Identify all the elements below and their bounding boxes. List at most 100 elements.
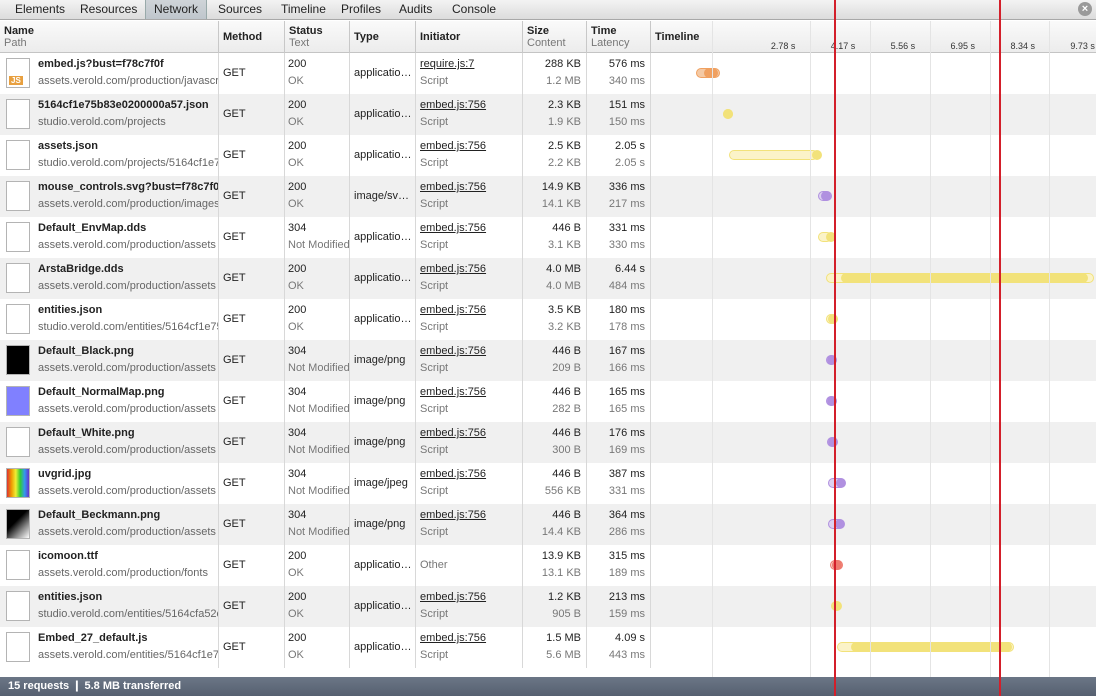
initiator-link[interactable]: embed.js:756 <box>420 99 486 111</box>
timeline-cell[interactable] <box>651 340 1096 381</box>
name-cell[interactable]: icomoon.ttf assets.verold.com/production/… <box>0 545 219 586</box>
column-header-status[interactable]: Status Text <box>285 21 350 53</box>
time-cell: 331 ms 330 ms <box>587 217 651 258</box>
name-cell[interactable]: Default_White.png assets.verold.com/produ… <box>0 422 219 463</box>
table-row[interactable]: entities.json studio.verold.com/entities/… <box>0 586 1096 627</box>
timeline-cell[interactable] <box>651 586 1096 627</box>
timeline-cell[interactable] <box>651 94 1096 135</box>
column-header-name[interactable]: Name Path <box>0 21 219 53</box>
timeline-cell[interactable] <box>651 463 1096 504</box>
type-cell: applicatio… <box>350 53 416 94</box>
request-path: assets.verold.com/production/assets <box>38 403 216 415</box>
initiator-link[interactable]: embed.js:756 <box>420 386 486 398</box>
request-latency: 166 ms <box>608 362 645 374</box>
initiator-link[interactable]: embed.js:756 <box>420 591 486 603</box>
tab-sources[interactable]: Sources <box>210 0 270 19</box>
timeline-cell[interactable] <box>651 504 1096 545</box>
name-cell[interactable]: entities.json studio.verold.com/entities/… <box>0 299 219 340</box>
column-header-initiator[interactable]: Initiator <box>416 21 523 53</box>
initiator-type: Script <box>420 526 449 538</box>
table-row[interactable]: 5164cf1e75b83e0200000a57.json studio.vero… <box>0 94 1096 135</box>
timeline-bar-download[interactable] <box>836 478 847 488</box>
table-row[interactable]: mouse_controls.svg?bust=f78c7f0f assets.v… <box>0 176 1096 217</box>
timeline-gridline <box>712 21 713 677</box>
column-header-time[interactable]: Time Latency <box>587 21 651 53</box>
timeline-cell[interactable] <box>651 53 1096 94</box>
initiator-link[interactable]: embed.js:756 <box>420 181 486 193</box>
timeline-tick-label: 5.56 s <box>890 41 916 51</box>
tab-resources[interactable]: Resources <box>72 0 145 19</box>
initiator-link[interactable]: embed.js:756 <box>420 345 486 357</box>
table-row[interactable]: ArstaBridge.dds assets.verold.com/product… <box>0 258 1096 299</box>
timeline-cell[interactable] <box>651 258 1096 299</box>
timeline-bar-download[interactable] <box>811 150 822 160</box>
timeline-bar-download[interactable] <box>723 109 734 119</box>
timeline-bar-latency[interactable] <box>729 150 818 160</box>
timeline-bar-download[interactable] <box>840 273 1088 283</box>
table-row[interactable]: JS embed.js?bust=f78c7f0f assets.verold.co… <box>0 53 1096 94</box>
status-cell: 200 OK <box>285 176 350 217</box>
name-cell[interactable]: ArstaBridge.dds assets.verold.com/product… <box>0 258 219 299</box>
name-cell[interactable]: Default_EnvMap.dds assets.verold.com/prod… <box>0 217 219 258</box>
initiator-link[interactable]: require.js:7 <box>420 58 474 70</box>
name-cell[interactable]: Embed_27_default.js assets.verold.com/ent… <box>0 627 219 668</box>
tab-network[interactable]: Network <box>145 0 208 19</box>
timeline-bar-download[interactable] <box>827 437 838 447</box>
name-cell[interactable]: mouse_controls.svg?bust=f78c7f0f assets.v… <box>0 176 219 217</box>
table-row[interactable]: Default_NormalMap.png assets.verold.com/p… <box>0 381 1096 422</box>
name-cell[interactable]: entities.json studio.verold.com/entities/… <box>0 586 219 627</box>
initiator-link[interactable]: embed.js:756 <box>420 632 486 644</box>
name-cell[interactable]: JS embed.js?bust=f78c7f0f assets.verold.co… <box>0 53 219 94</box>
initiator-link[interactable]: embed.js:756 <box>420 140 486 152</box>
initiator-link[interactable]: embed.js:756 <box>420 263 486 275</box>
status-cell: 200 OK <box>285 299 350 340</box>
timeline-cell[interactable] <box>651 422 1096 463</box>
name-cell[interactable]: Default_NormalMap.png assets.verold.com/p… <box>0 381 219 422</box>
initiator-link[interactable]: embed.js:756 <box>420 222 486 234</box>
method-cell: GET <box>219 545 285 586</box>
close-icon[interactable]: × <box>1078 2 1092 16</box>
table-row[interactable]: Default_Black.png assets.verold.com/produ… <box>0 340 1096 381</box>
name-cell[interactable]: Default_Beckmann.png assets.verold.com/pr… <box>0 504 219 545</box>
name-cell[interactable]: uvgrid.jpg assets.verold.com/production/a… <box>0 463 219 504</box>
column-header-size[interactable]: Size Content <box>523 21 587 53</box>
initiator-type: Script <box>420 485 449 497</box>
table-row[interactable]: assets.json studio.verold.com/projects/51… <box>0 135 1096 176</box>
tab-elements[interactable]: Elements <box>7 0 73 19</box>
initiator-link[interactable]: embed.js:756 <box>420 427 486 439</box>
timeline-cell[interactable] <box>651 135 1096 176</box>
request-time: 387 ms <box>608 468 645 480</box>
timeline-cell[interactable] <box>651 299 1096 340</box>
tab-audits[interactable]: Audits <box>391 0 440 19</box>
table-row[interactable]: entities.json studio.verold.com/entities/… <box>0 299 1096 340</box>
timeline-cell[interactable] <box>651 381 1096 422</box>
timeline-bar-download[interactable] <box>820 191 831 201</box>
request-path: studio.verold.com/projects/5164cf1e75b83… <box>38 157 219 169</box>
initiator-link[interactable]: embed.js:756 <box>420 509 486 521</box>
initiator-link[interactable]: embed.js:756 <box>420 468 486 480</box>
tab-profiles[interactable]: Profiles <box>333 0 389 19</box>
table-row[interactable]: icomoon.ttf assets.verold.com/production/… <box>0 545 1096 586</box>
table-row[interactable]: uvgrid.jpg assets.verold.com/production/a… <box>0 463 1096 504</box>
timeline-cell[interactable] <box>651 217 1096 258</box>
table-row[interactable]: Default_White.png assets.verold.com/produ… <box>0 422 1096 463</box>
timeline-cell[interactable] <box>651 176 1096 217</box>
timeline-bar-download[interactable] <box>834 519 845 529</box>
name-cell[interactable]: assets.json studio.verold.com/projects/51… <box>0 135 219 176</box>
tab-timeline[interactable]: Timeline <box>273 0 334 19</box>
name-cell[interactable]: 5164cf1e75b83e0200000a57.json studio.vero… <box>0 94 219 135</box>
column-header-timeline[interactable]: Timeline 2.78 s 4.17 s 5.56 s 6.95 s 8.34 s9… <box>651 21 1096 53</box>
transfer-size: 446 B <box>552 222 581 234</box>
timeline-cell[interactable] <box>651 627 1096 668</box>
initiator-link[interactable]: embed.js:756 <box>420 304 486 316</box>
timeline-bar-download[interactable] <box>850 642 1012 652</box>
column-header-type[interactable]: Type <box>350 21 416 53</box>
table-row[interactable]: Embed_27_default.js assets.verold.com/ent… <box>0 627 1096 668</box>
timeline-cell[interactable] <box>651 545 1096 586</box>
table-row[interactable]: Default_EnvMap.dds assets.verold.com/prod… <box>0 217 1096 258</box>
column-header-method[interactable]: Method <box>219 21 285 53</box>
name-cell[interactable]: Default_Black.png assets.verold.com/produ… <box>0 340 219 381</box>
tab-console[interactable]: Console <box>444 0 504 19</box>
timeline-bar-download[interactable] <box>827 314 838 324</box>
table-row[interactable]: Default_Beckmann.png assets.verold.com/pr… <box>0 504 1096 545</box>
